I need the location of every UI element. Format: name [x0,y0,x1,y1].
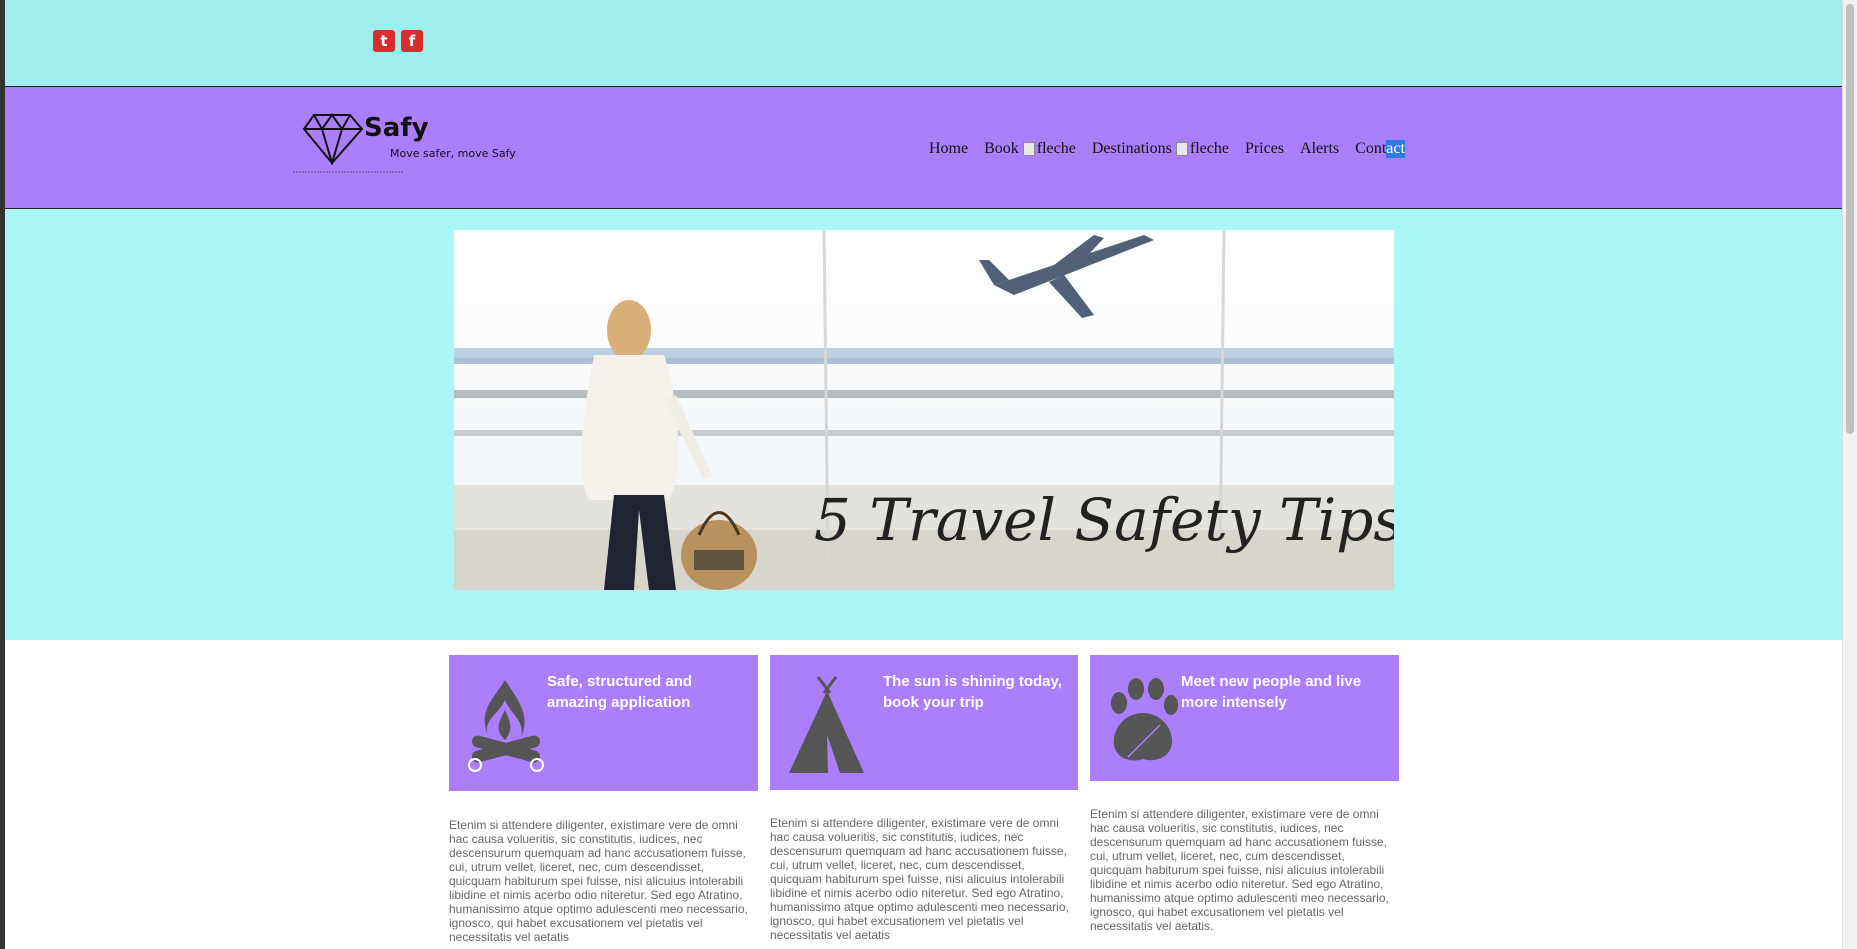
brand-name: Safy [364,113,429,143]
feature-title: Meet new people and live more intensely [1181,671,1361,713]
feature-text: Etenim si attendere diligenter, existima… [770,816,1069,942]
nav-contact-selection: act [1386,140,1405,158]
twitter-icon[interactable]: t [373,30,395,52]
page-scrollbar[interactable] [1842,0,1857,949]
feature-card: Meet new people and live more intensely [1090,655,1399,781]
logo[interactable]: Safy Move safer, move Safy [302,113,562,173]
nav-alerts[interactable]: Alerts [1300,140,1339,158]
feature-text: Etenim si attendere diligenter, existima… [1090,807,1389,933]
diamond-icon [302,113,364,167]
nav-prices-label: Prices [1244,140,1285,157]
nav-alerts-label: Alerts [1300,140,1340,157]
feature-title-line: more intensely [1181,694,1287,711]
feature-card: The sun is shining today, book your trip [770,655,1078,790]
decorative-fine-print [293,170,403,175]
nav-home-label: Home [929,140,969,157]
social-bar: t f [5,0,1843,87]
nav-destinations[interactable]: Destinations fleche [1092,140,1229,158]
tent-icon [789,676,864,773]
main-header: Safy Move safer, move Safy Home Book fle… [5,87,1843,209]
facebook-icon[interactable]: f [401,30,423,52]
dropdown-arrow-icon: fleche [1176,140,1229,158]
airport-scene: 5 Travel Safety Tips [454,230,1394,590]
feature-title: Safe, structured and amazing application [547,671,692,713]
feature-title-line: amazing application [547,694,691,711]
fine-print-line [293,171,403,173]
nav-book-label: Book [984,140,1019,157]
main-menu: Home Book fleche Destinations fleche Pri… [929,137,1405,161]
paw-icon [1111,678,1178,761]
scrollbar-thumb[interactable] [1846,4,1854,434]
banner-caption: 5 Travel Safety Tips [814,486,1394,554]
feature-title-line: book your trip [883,694,984,711]
nav-home[interactable]: Home [929,140,968,158]
feature-text: Etenim si attendere diligenter, existima… [449,818,748,944]
brand-tagline: Move safer, move Safy [390,147,516,160]
campfire-icon [468,680,544,772]
feature-title-line: The sun is shining today, [883,673,1062,690]
nav-contact-label: Cont [1355,140,1387,157]
nav-prices[interactable]: Prices [1245,140,1284,158]
nav-destinations-label: Destinations [1091,140,1172,157]
nav-book[interactable]: Book fleche [984,140,1076,158]
feature-title-line: Meet new people and live [1181,673,1362,690]
dropdown-arrow-icon: fleche [1023,140,1076,158]
nav-contact[interactable]: Cont act [1355,140,1405,158]
feature-card: Safe, structured and amazing application [449,655,758,791]
hero-banner-image: 5 Travel Safety Tips [454,230,1394,590]
feature-title: The sun is shining today, book your trip [883,671,1062,713]
feature-title-line: Safe, structured and [547,673,693,690]
hero-section: 5 Travel Safety Tips [5,209,1843,640]
